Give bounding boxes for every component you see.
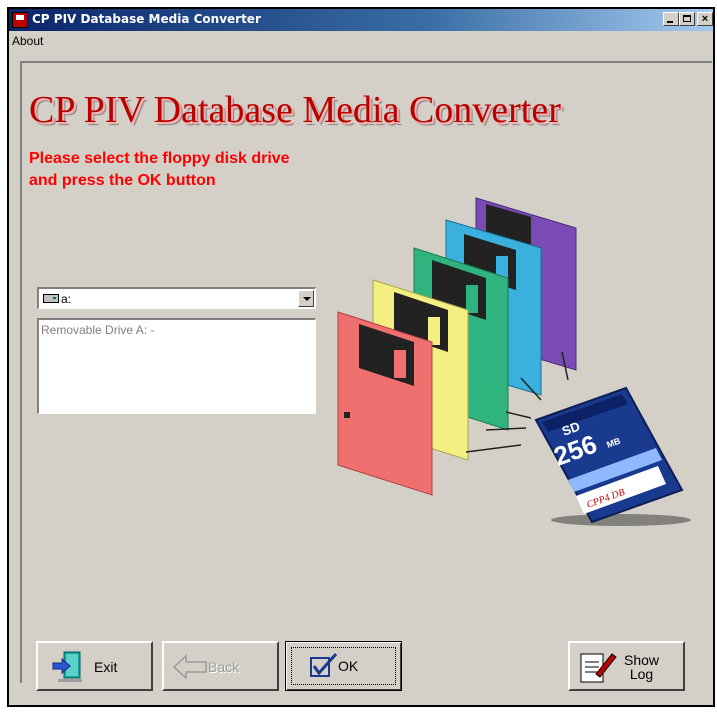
dropdown-arrow-button[interactable] <box>298 290 314 307</box>
ok-label: OK <box>338 658 359 674</box>
exit-button[interactable]: Exit <box>36 641 153 691</box>
maximize-icon <box>683 15 691 22</box>
show-log-line-2: Log <box>629 666 654 682</box>
drive-info-box: Removable Drive A: - <box>37 318 316 414</box>
close-button[interactable]: × <box>697 12 713 26</box>
maximize-button[interactable] <box>679 12 695 26</box>
drive-info-text: Removable Drive A: - <box>41 323 155 337</box>
minimize-icon <box>667 21 673 23</box>
instruction-line-2: and press the OK button <box>29 172 216 189</box>
floppy-to-sd-illustration: SD 256 MB CPP4 DB <box>337 197 691 526</box>
show-log-label: Show Log <box>624 653 659 681</box>
checkmark-icon <box>310 652 338 677</box>
drive-select[interactable]: a: <box>37 287 316 309</box>
close-icon: × <box>701 13 709 25</box>
title-bar[interactable]: CP PIV Database Media Converter × <box>9 9 713 31</box>
drive-icon <box>43 294 59 303</box>
log-book-icon <box>580 653 617 683</box>
menu-item-about[interactable]: About <box>12 34 43 48</box>
window-title: CP PIV Database Media Converter <box>32 12 261 26</box>
banner-title: CP PIV Database Media Converter <box>29 89 561 131</box>
drive-select-value: a: <box>61 292 72 306</box>
bottom-edge <box>7 707 715 709</box>
menu-bar: About <box>9 31 713 51</box>
minimize-button[interactable] <box>663 12 679 26</box>
back-button[interactable]: Back <box>162 641 279 691</box>
back-arrow-icon <box>172 654 207 680</box>
back-label: Back <box>208 659 240 675</box>
sd-card: SD 256 MB CPP4 DB <box>534 386 691 526</box>
floppy-red <box>337 311 433 496</box>
instruction-text: Please select the floppy disk drive and … <box>29 148 389 192</box>
show-log-button[interactable]: Show Log <box>568 641 685 691</box>
exit-label: Exit <box>94 659 118 675</box>
ok-button[interactable]: OK <box>285 641 402 691</box>
app-icon <box>12 12 28 28</box>
exit-door-icon <box>52 651 82 682</box>
instruction-line-1: Please select the floppy disk drive <box>29 150 290 167</box>
